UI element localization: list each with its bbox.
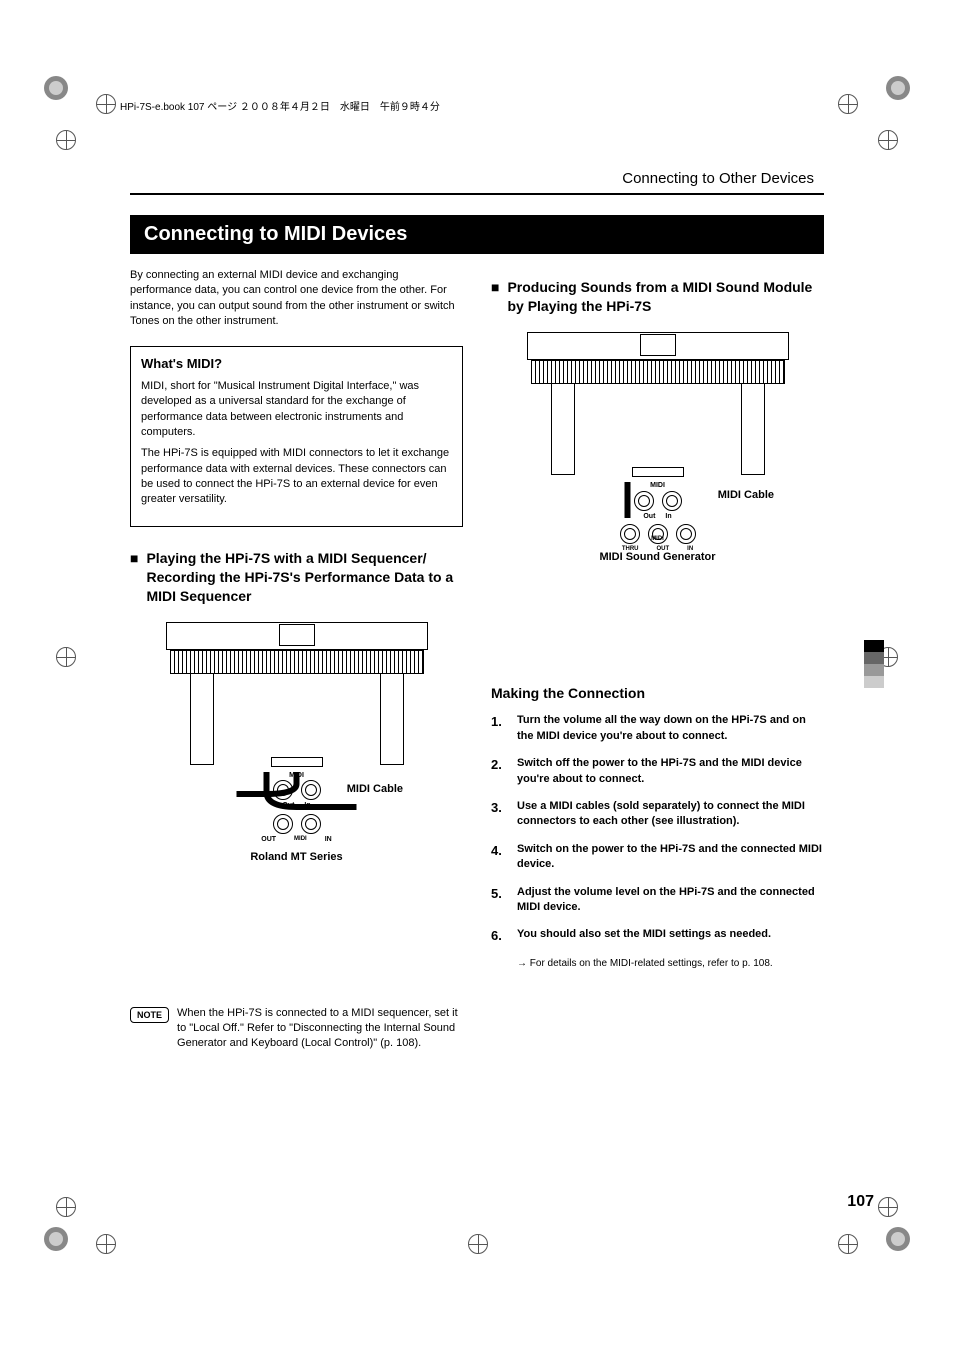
section-title-bar: Connecting to MIDI Devices bbox=[130, 215, 824, 254]
midi-port-icon bbox=[301, 814, 321, 834]
sound-module-device: THRU OUT IN MIDI bbox=[558, 524, 758, 544]
registration-mark-icon bbox=[56, 130, 76, 150]
step-6: 6.You should also set the MIDI settings … bbox=[491, 927, 824, 945]
registration-mark-icon bbox=[838, 1234, 858, 1254]
registration-mark-icon bbox=[838, 94, 858, 114]
midi-port-icon bbox=[620, 524, 640, 544]
printer-rosette-icon bbox=[884, 1225, 912, 1253]
page-header: Connecting to Other Devices bbox=[130, 170, 824, 187]
diagram-left: MIDI OutIn MIDI Cable OUTMIDIIN Roland M… bbox=[130, 616, 463, 996]
note-badge: NOTE bbox=[130, 1007, 169, 1024]
left-subheading: ■ Playing the HPi-7S with a MIDI Sequenc… bbox=[130, 549, 463, 606]
crop-mark-text: HPi-7S-e.book 107 ページ ２００８年４月２日 水曜日 午前９時… bbox=[120, 98, 440, 113]
step-3: 3.Use a MIDI cables (sold separately) to… bbox=[491, 799, 824, 830]
printer-rosette-icon bbox=[42, 74, 70, 102]
piano-illustration: MIDI OutIn bbox=[523, 332, 793, 482]
diagram-right: MIDI OutIn MIDI Cable THRU OUT bbox=[491, 326, 824, 666]
left-column: By connecting an external MIDI device an… bbox=[130, 268, 463, 1052]
registration-mark-icon bbox=[468, 1234, 488, 1254]
step-subnote: → For details on the MIDI-related settin… bbox=[517, 957, 824, 971]
square-bullet-icon: ■ bbox=[491, 278, 499, 297]
note-text: When the HPi-7S is connected to a MIDI s… bbox=[177, 1006, 463, 1052]
registration-mark-icon bbox=[878, 1197, 898, 1217]
whats-midi-box: What's MIDI? MIDI, short for "Musical In… bbox=[130, 346, 463, 527]
midi-cable-label: MIDI Cable bbox=[718, 488, 774, 503]
registration-mark-icon bbox=[878, 130, 898, 150]
midi-port-icon bbox=[273, 814, 293, 834]
note-row: NOTE When the HPi-7S is connected to a M… bbox=[130, 1006, 463, 1052]
printer-rosette-icon bbox=[884, 74, 912, 102]
right-column: ■ Producing Sounds from a MIDI Sound Mod… bbox=[491, 268, 824, 1052]
midi-cable-label: MIDI Cable bbox=[347, 782, 403, 797]
steps-list: 1.Turn the volume all the way down on th… bbox=[491, 713, 824, 945]
piano-illustration: MIDI OutIn bbox=[162, 622, 432, 772]
step-2: 2.Switch off the power to the HPi-7S and… bbox=[491, 756, 824, 787]
page-number: 107 bbox=[847, 1193, 874, 1211]
diagram-right-caption: MIDI Sound Generator bbox=[599, 550, 715, 565]
registration-mark-icon bbox=[56, 647, 76, 667]
registration-mark-icon bbox=[96, 1234, 116, 1254]
step-4: 4.Switch on the power to the HPi-7S and … bbox=[491, 842, 824, 873]
printer-rosette-icon bbox=[42, 1225, 70, 1253]
step-1: 1.Turn the volume all the way down on th… bbox=[491, 713, 824, 744]
registration-mark-icon bbox=[96, 94, 116, 114]
midi-port-icon bbox=[648, 524, 668, 544]
step-5: 5.Adjust the volume level on the HPi-7S … bbox=[491, 885, 824, 916]
diagram-left-caption: Roland MT Series bbox=[250, 850, 342, 865]
right-subheading: ■ Producing Sounds from a MIDI Sound Mod… bbox=[491, 278, 824, 316]
making-connection-heading: Making the Connection bbox=[491, 684, 824, 704]
intro-paragraph: By connecting an external MIDI device an… bbox=[130, 268, 463, 330]
square-bullet-icon: ■ bbox=[130, 549, 138, 568]
header-rule bbox=[130, 193, 824, 195]
registration-mark-icon bbox=[56, 1197, 76, 1217]
midi-port-icon bbox=[676, 524, 696, 544]
sequencer-device: OUTMIDIIN bbox=[217, 814, 377, 845]
whats-midi-p1: MIDI, short for "Musical Instrument Digi… bbox=[141, 379, 452, 441]
color-bar-icon bbox=[864, 640, 884, 688]
whats-midi-title: What's MIDI? bbox=[141, 355, 452, 373]
whats-midi-p2: The HPi-7S is equipped with MIDI connect… bbox=[141, 446, 452, 508]
